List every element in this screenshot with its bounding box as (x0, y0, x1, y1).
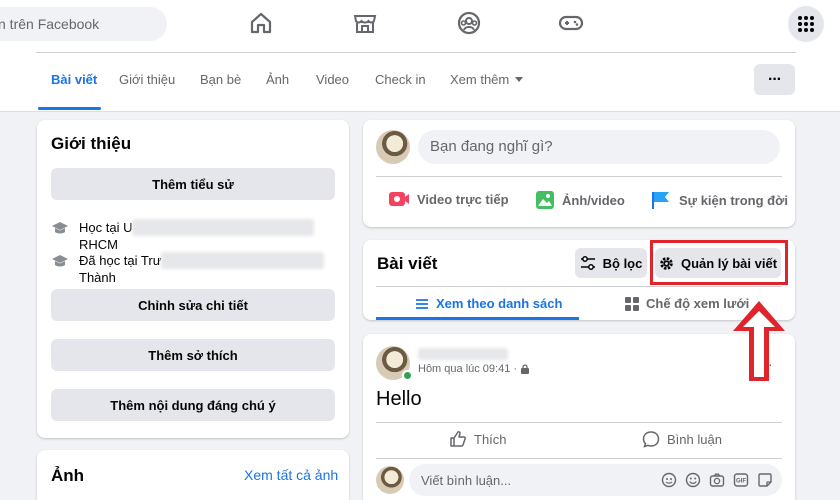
comment-label: Bình luận (667, 431, 722, 447)
past-education-row: Đã học tại Trưxxxxxxxxxxxxxxxxxxxxxxxxx T… (51, 252, 324, 286)
comment-button[interactable]: Bình luận (642, 430, 722, 448)
post-timestamp[interactable]: Hôm qua lúc 09:41 · (418, 363, 517, 375)
top-navigation-bar: n trên Facebook (0, 0, 840, 48)
avatar-sticker-icon[interactable] (661, 472, 677, 488)
gif-icon[interactable]: GIF (733, 472, 749, 488)
emoji-icon[interactable] (685, 472, 701, 488)
filter-button[interactable]: Bộ lọc (575, 248, 647, 278)
comment-input[interactable]: Viết bình luận... GIF (409, 464, 782, 496)
intro-card: Giới thiệu Thêm tiểu sử Học tại Uxxxxxxx… (37, 120, 349, 438)
sticker-icon[interactable] (757, 472, 773, 488)
photos-title: Ảnh (51, 466, 85, 485)
graduation-cap-icon (52, 255, 68, 267)
tab-more[interactable]: Xem thêm (450, 72, 524, 87)
past-education-text-end: Thành (79, 270, 116, 285)
filter-label: Bộ lọc (602, 255, 643, 271)
redacted-author-name: xxxxxxxxxxxx (418, 348, 508, 360)
photos-card: Ảnh Xem tất cả ảnh (37, 450, 349, 500)
tab-posts[interactable]: Bài viết (51, 72, 97, 87)
post-text: Hello (376, 388, 422, 410)
tab-about[interactable]: Giới thiệu (119, 72, 175, 87)
divider (36, 52, 796, 53)
grid-icon (625, 296, 639, 311)
list-view-label: Xem theo danh sách (436, 296, 563, 311)
tab-videos[interactable]: Video (316, 72, 349, 87)
list-icon (416, 298, 428, 309)
divider (376, 458, 782, 459)
photo-video-button[interactable]: Ảnh/video (535, 190, 625, 210)
camera-icon[interactable] (709, 472, 725, 488)
comment-placeholder: Viết bình luận... (421, 473, 512, 488)
divider (376, 286, 782, 287)
active-tab-indicator (376, 317, 579, 320)
edit-details-button[interactable]: Chỉnh sửa chi tiết (51, 289, 335, 321)
redacted-text: xxxxxxxxxxxxxxxxxxxxxxxxxxxx (132, 219, 315, 236)
flag-icon (652, 192, 669, 209)
like-label: Thích (474, 431, 507, 447)
add-hobbies-button[interactable]: Thêm sở thích (51, 339, 335, 371)
home-icon[interactable] (248, 10, 274, 36)
posts-title: Bài viết (377, 254, 438, 273)
see-all-photos-link[interactable]: Xem tất cả ảnh (244, 467, 338, 483)
groups-icon[interactable] (456, 10, 482, 36)
life-event-button[interactable]: Sự kiện trong đời (650, 190, 788, 210)
search-placeholder: n trên Facebook (0, 16, 100, 32)
grid-menu-icon[interactable] (788, 6, 824, 42)
past-education-text-start: Đã học tại Trư (79, 253, 162, 268)
highlight-box (650, 240, 788, 285)
sliders-icon (580, 256, 595, 270)
whats-on-your-mind-input[interactable]: Bạn đang nghĩ gì? (418, 130, 780, 164)
profile-tab-bar: Bài viết Giới thiệu Bạn bè Ảnh Video Che… (0, 48, 840, 112)
online-status-dot (402, 370, 413, 381)
tab-friends[interactable]: Bạn bè (200, 72, 241, 87)
caret-down-icon (515, 77, 524, 82)
avatar[interactable] (376, 466, 404, 494)
tab-more-label: Xem thêm (450, 72, 510, 87)
live-video-button[interactable]: Video trực tiếp (388, 190, 509, 208)
education-row: Học tại Uxxxxxxxxxxxxxxxxxxxxxxxxxxxx RHC… (51, 219, 349, 253)
photo-video-label: Ảnh/video (562, 192, 625, 208)
composer-placeholder: Bạn đang nghĩ gì? (430, 138, 553, 155)
comment-icon (642, 431, 660, 448)
avatar[interactable] (376, 130, 410, 164)
search-input[interactable]: n trên Facebook (0, 7, 167, 41)
live-video-icon (389, 192, 409, 206)
intro-title: Giới thiệu (51, 134, 132, 153)
gaming-icon[interactable] (558, 10, 584, 36)
redacted-text: xxxxxxxxxxxxxxxxxxxxxxxxx (161, 252, 324, 269)
tab-list-view[interactable]: Xem theo danh sách (415, 296, 562, 311)
lock-icon (521, 364, 530, 374)
education-text-start: Học tại U (79, 220, 133, 235)
active-tab-indicator (38, 107, 101, 110)
tab-check-ins[interactable]: Check in (375, 72, 426, 87)
composer-card: Bạn đang nghĩ gì? Video trực tiếp Ảnh/vi… (363, 120, 795, 227)
tab-photos[interactable]: Ảnh (266, 72, 289, 87)
divider (376, 422, 782, 423)
education-text-end: RHCM (79, 237, 118, 252)
divider (376, 176, 782, 177)
marketplace-icon[interactable] (352, 10, 378, 36)
add-featured-button[interactable]: Thêm nội dung đáng chú ý (51, 389, 335, 421)
svg-text:GIF: GIF (736, 479, 746, 485)
like-button[interactable]: Thích (449, 430, 507, 448)
thumbs-up-icon (450, 431, 466, 447)
graduation-cap-icon (52, 222, 68, 234)
photo-icon (536, 191, 554, 209)
comment-tools: GIF (661, 472, 773, 488)
red-up-arrow-icon (733, 301, 785, 381)
add-bio-button[interactable]: Thêm tiểu sử (51, 168, 335, 200)
more-options-button[interactable]: ··· (754, 64, 795, 95)
life-event-label: Sự kiện trong đời (679, 192, 788, 208)
post-meta: Hôm qua lúc 09:41 · (418, 363, 530, 375)
live-video-label: Video trực tiếp (417, 191, 509, 207)
